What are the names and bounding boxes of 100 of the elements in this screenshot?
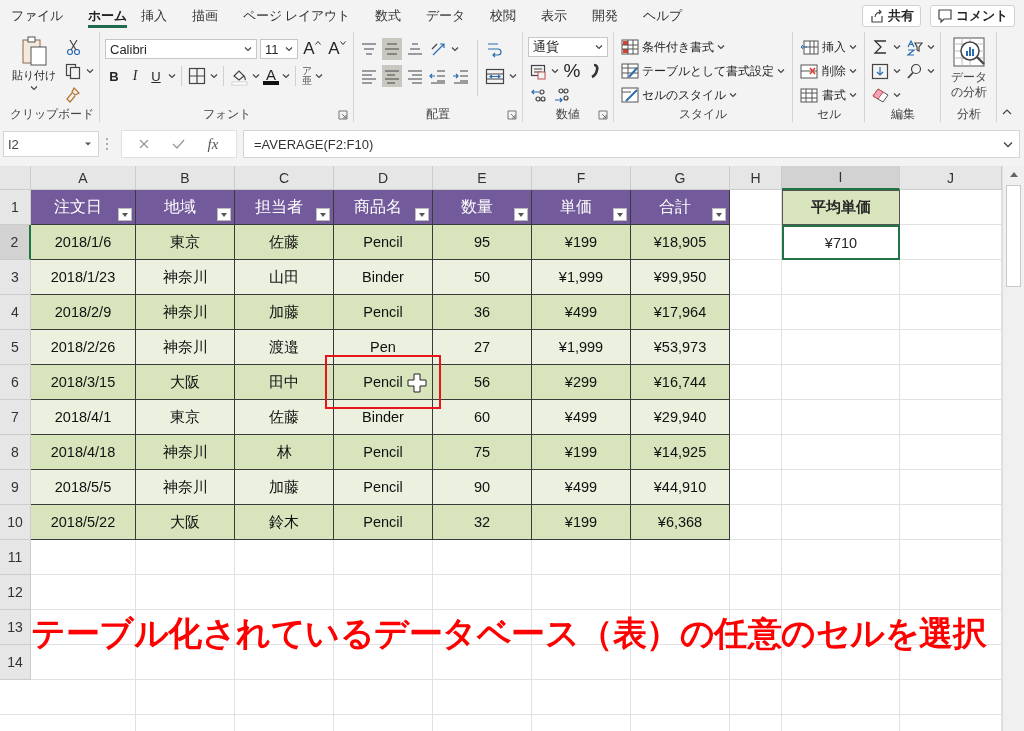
menu-tab[interactable]: データ (426, 5, 479, 27)
table-cell[interactable]: Pencil (334, 295, 433, 330)
format-as-table-button[interactable]: テーブルとして書式設定 (619, 60, 787, 82)
column-header[interactable]: D (334, 166, 433, 190)
row-header[interactable]: 3 (0, 260, 31, 295)
row-header[interactable]: 14 (0, 645, 31, 680)
filter-button[interactable] (712, 208, 726, 221)
row-header[interactable]: 2 (0, 225, 31, 260)
conditional-formatting-button[interactable]: 条件付き書式 (619, 36, 787, 58)
column-header[interactable]: H (730, 166, 782, 190)
caret-icon[interactable] (168, 73, 176, 79)
caret-icon[interactable] (893, 44, 901, 50)
menu-tab[interactable]: 校閲 (490, 5, 530, 27)
table-cell[interactable]: 2018/4/1 (31, 400, 136, 435)
row-header[interactable]: 13 (0, 610, 31, 645)
table-cell[interactable]: 2018/2/9 (31, 295, 136, 330)
insert-function-button[interactable]: fx (202, 133, 224, 155)
column-header[interactable]: A (31, 166, 136, 190)
table-cell[interactable]: 2018/3/15 (31, 365, 136, 400)
caret-icon[interactable] (282, 73, 290, 79)
table-cell[interactable]: 2018/5/5 (31, 470, 136, 505)
table-cell[interactable]: ¥6,368 (631, 505, 730, 540)
paste-button[interactable]: 貼り付け (9, 34, 59, 93)
percent-button[interactable]: % (562, 60, 582, 82)
caret-icon[interactable] (86, 68, 94, 74)
table-cell[interactable]: ¥199 (532, 505, 631, 540)
caret-icon[interactable] (893, 92, 901, 98)
table-cell[interactable]: ¥29,940 (631, 400, 730, 435)
caret-icon[interactable] (315, 73, 323, 79)
menu-tab[interactable]: 表示 (541, 5, 581, 27)
table-cell[interactable]: ¥16,744 (631, 365, 730, 400)
column-header[interactable]: I (782, 166, 900, 190)
table-cell[interactable]: 36 (433, 295, 532, 330)
table-cell[interactable]: 大阪 (136, 365, 235, 400)
table-cell[interactable]: 60 (433, 400, 532, 435)
table-cell[interactable]: Pencil (334, 225, 433, 260)
dialog-launcher-icon[interactable] (338, 110, 348, 120)
row-header[interactable]: 12 (0, 575, 31, 610)
caret-icon[interactable] (252, 73, 260, 79)
scroll-up-icon[interactable] (1009, 172, 1018, 177)
delete-button[interactable]: 削除 (798, 60, 859, 82)
filter-button[interactable] (514, 208, 528, 221)
analyze-data-button[interactable]: データの分析 (946, 34, 992, 102)
table-cell[interactable]: Pencil (334, 435, 433, 470)
table-cell[interactable]: 神奈川 (136, 295, 235, 330)
table-cell[interactable]: 佐藤 (235, 400, 334, 435)
borders-button[interactable] (187, 65, 207, 87)
table-cell[interactable]: Binder (334, 400, 433, 435)
table-cell[interactable]: 渡邉 (235, 330, 334, 365)
table-cell[interactable]: 田中 (235, 365, 334, 400)
column-header[interactable]: E (433, 166, 532, 190)
italic-button[interactable]: I (126, 65, 144, 87)
column-header[interactable]: C (235, 166, 334, 190)
font-size-field[interactable]: 11 (260, 39, 298, 59)
menu-tab[interactable]: 描画 (192, 5, 231, 27)
table-cell[interactable]: 2018/2/26 (31, 330, 136, 365)
table-cell[interactable]: 32 (433, 505, 532, 540)
cell-styles-button[interactable]: セルのスタイル (619, 84, 787, 106)
filter-button[interactable] (217, 208, 231, 221)
table-cell[interactable]: 2018/4/18 (31, 435, 136, 470)
font-name-field[interactable]: Calibri (105, 39, 257, 59)
dialog-launcher-icon[interactable] (507, 110, 517, 120)
table-cell[interactable]: ¥99,950 (631, 260, 730, 295)
caret-icon[interactable] (451, 46, 459, 52)
table-cell[interactable]: 95 (433, 225, 532, 260)
format-button[interactable]: 書式 (798, 84, 859, 106)
table-cell[interactable]: 加藤 (235, 295, 334, 330)
share-button[interactable]: 共有 (862, 5, 921, 27)
table-cell[interactable]: ¥199 (532, 225, 631, 260)
table-cell[interactable]: ¥18,905 (631, 225, 730, 260)
collapse-ribbon-icon[interactable] (1002, 108, 1012, 116)
row-header[interactable]: 11 (0, 540, 31, 575)
menu-tab[interactable]: ヘルプ (643, 5, 696, 27)
table-cell[interactable]: ¥44,910 (631, 470, 730, 505)
table-cell[interactable]: 90 (433, 470, 532, 505)
row-header[interactable]: 6 (0, 365, 31, 400)
table-cell[interactable]: 27 (433, 330, 532, 365)
insert-button[interactable]: 挿入 (798, 36, 859, 58)
column-header[interactable]: F (532, 166, 631, 190)
formula-field[interactable]: =AVERAGE(F2:F10) (243, 130, 1020, 158)
table-cell[interactable]: 2018/1/6 (31, 225, 136, 260)
name-box[interactable]: I2 (3, 131, 99, 157)
underline-button[interactable]: U (147, 65, 165, 87)
caret-icon[interactable] (551, 68, 559, 74)
table-cell[interactable]: 林 (235, 435, 334, 470)
column-header[interactable]: B (136, 166, 235, 190)
table-cell[interactable]: ¥499 (532, 295, 631, 330)
menu-tab[interactable]: 挿入 (141, 5, 180, 27)
dialog-launcher-icon[interactable] (598, 110, 608, 120)
table-cell[interactable]: 神奈川 (136, 435, 235, 470)
filter-button[interactable] (415, 208, 429, 221)
menu-tab[interactable]: ファイル (11, 5, 76, 27)
comment-button[interactable]: コメント (930, 5, 1015, 27)
table-cell[interactable]: 75 (433, 435, 532, 470)
table-cell[interactable]: ¥1,999 (532, 260, 631, 295)
caret-icon[interactable] (210, 73, 218, 79)
menu-tab[interactable]: ホーム (88, 4, 127, 28)
menu-tab[interactable]: ページ レイアウト (243, 5, 364, 27)
decrease-font-size-button[interactable]: A (326, 38, 348, 60)
filter-button[interactable] (613, 208, 627, 221)
